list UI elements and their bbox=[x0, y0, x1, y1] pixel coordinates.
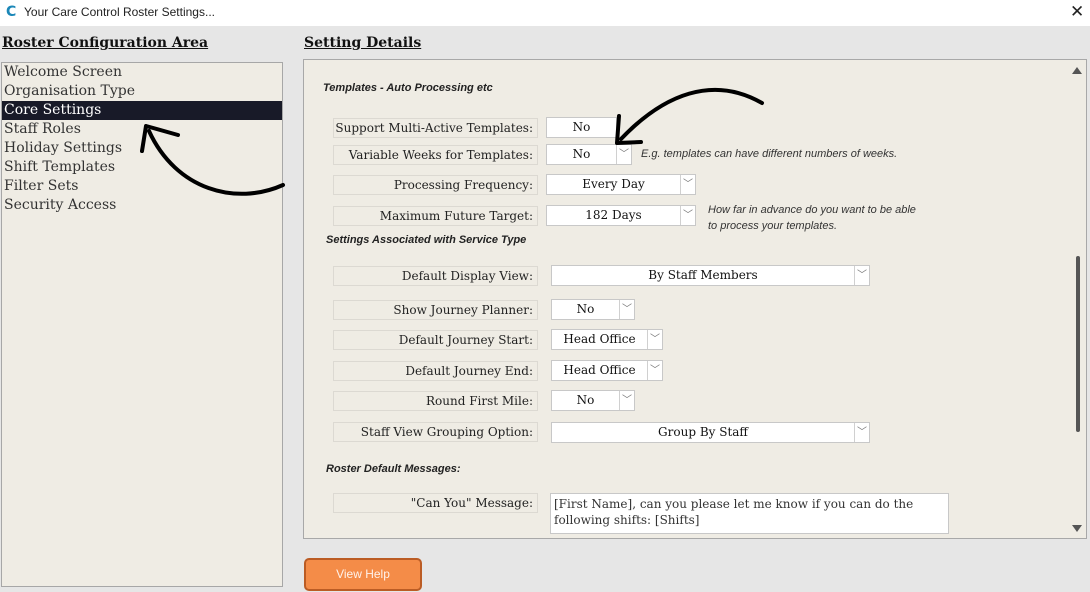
can-you-message-label: "Can You" Message: bbox=[333, 493, 538, 513]
chevron-down-icon: ﹀ bbox=[619, 300, 634, 319]
nav-item-filter-sets[interactable]: Filter Sets bbox=[2, 177, 282, 196]
maximum-future-target-note-line-1: How far in advance do you want to be abl… bbox=[708, 204, 916, 216]
nav-item-staff-roles[interactable]: Staff Roles bbox=[2, 120, 282, 139]
processing-frequency-label: Processing Frequency: bbox=[333, 175, 538, 195]
roster-configuration-list: Welcome Screen Organisation Type Core Se… bbox=[1, 62, 283, 587]
default-display-view-select[interactable]: By Staff Members ﹀ bbox=[551, 265, 870, 286]
round-first-mile-label: Round First Mile: bbox=[333, 391, 538, 411]
chevron-down-icon: ﹀ bbox=[616, 145, 631, 164]
nav-item-security-access[interactable]: Security Access bbox=[2, 196, 282, 215]
close-icon[interactable]: ✕ bbox=[1070, 2, 1084, 22]
chevron-down-icon: ﹀ bbox=[854, 266, 869, 285]
window-title: Your Care Control Roster Settings... bbox=[24, 5, 215, 19]
nav-item-holiday-settings[interactable]: Holiday Settings bbox=[2, 139, 282, 158]
setting-details-heading: Setting Details bbox=[304, 35, 422, 51]
nav-item-welcome-screen[interactable]: Welcome Screen bbox=[2, 63, 282, 82]
view-help-button[interactable]: View Help bbox=[304, 558, 422, 591]
chevron-down-icon: ﹀ bbox=[619, 391, 634, 410]
chevron-down-icon: ﹀ bbox=[680, 206, 695, 225]
roster-configuration-panel: Roster Configuration Area Welcome Screen… bbox=[0, 26, 290, 592]
staff-view-grouping-label: Staff View Grouping Option: bbox=[333, 422, 538, 442]
care-control-logo-icon: C bbox=[6, 4, 17, 20]
maximum-future-target-select[interactable]: 182 Days ﹀ bbox=[546, 205, 696, 226]
round-first-mile-select[interactable]: No ﹀ bbox=[551, 390, 635, 411]
templates-section-title: Templates - Auto Processing etc bbox=[323, 82, 493, 94]
setting-details-panel: Templates - Auto Processing etc Support … bbox=[303, 59, 1087, 539]
default-journey-start-select[interactable]: Head Office ﹀ bbox=[551, 329, 663, 350]
roster-messages-section-title: Roster Default Messages: bbox=[326, 463, 461, 475]
default-journey-start-label: Default Journey Start: bbox=[333, 330, 538, 350]
scroll-thumb[interactable] bbox=[1076, 256, 1080, 432]
variable-weeks-select[interactable]: No ﹀ bbox=[546, 144, 632, 165]
default-display-view-label: Default Display View: bbox=[333, 266, 538, 286]
chevron-down-icon: ﹀ bbox=[854, 423, 869, 442]
title-bar: C Your Care Control Roster Settings... ✕ bbox=[0, 0, 1090, 26]
default-journey-end-label: Default Journey End: bbox=[333, 361, 538, 381]
nav-item-core-settings[interactable]: Core Settings bbox=[2, 101, 282, 120]
show-journey-planner-select[interactable]: No ﹀ bbox=[551, 299, 635, 320]
can-you-message-textarea[interactable]: [First Name], can you please let me know… bbox=[550, 493, 949, 534]
processing-frequency-select[interactable]: Every Day ﹀ bbox=[546, 174, 696, 195]
show-journey-planner-label: Show Journey Planner: bbox=[333, 300, 538, 320]
variable-weeks-note: E.g. templates can have different number… bbox=[641, 148, 898, 160]
variable-weeks-label: Variable Weeks for Templates: bbox=[333, 145, 538, 165]
service-type-section-title: Settings Associated with Service Type bbox=[326, 234, 527, 246]
nav-item-shift-templates[interactable]: Shift Templates bbox=[2, 158, 282, 177]
scroll-down-arrow-icon[interactable] bbox=[1072, 525, 1082, 532]
default-journey-end-select[interactable]: Head Office ﹀ bbox=[551, 360, 663, 381]
chevron-down-icon: ﹀ bbox=[647, 330, 662, 349]
nav-item-organisation-type[interactable]: Organisation Type bbox=[2, 82, 282, 101]
chevron-down-icon: ﹀ bbox=[647, 361, 662, 380]
maximum-future-target-label: Maximum Future Target: bbox=[333, 206, 538, 226]
roster-configuration-heading: Roster Configuration Area bbox=[2, 35, 209, 51]
scroll-up-arrow-icon[interactable] bbox=[1072, 67, 1082, 74]
staff-view-grouping-select[interactable]: Group By Staff ﹀ bbox=[551, 422, 870, 443]
chevron-down-icon: ﹀ bbox=[680, 175, 695, 194]
support-multi-active-label: Support Multi-Active Templates: bbox=[333, 118, 538, 138]
maximum-future-target-note-line-2: to process your templates. bbox=[708, 220, 838, 232]
support-multi-active-select[interactable]: No bbox=[546, 117, 617, 138]
vertical-scrollbar[interactable] bbox=[1069, 60, 1086, 538]
